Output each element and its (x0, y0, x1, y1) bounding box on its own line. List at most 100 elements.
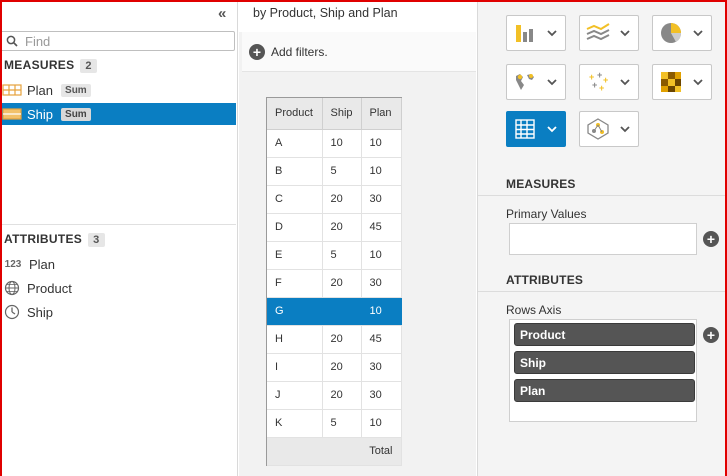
column-header-product[interactable]: Product (267, 98, 323, 130)
cell-ship[interactable]: 20 (322, 381, 362, 410)
cell-product[interactable]: G (267, 297, 323, 326)
table-row[interactable]: B 5 10 (267, 157, 402, 186)
builder-panel: + + + + + MEASURES Primary Values + ATTRIBUT… (477, 0, 727, 476)
cell-plan[interactable]: 45 (361, 325, 402, 354)
cell-ship[interactable]: 5 (322, 409, 362, 438)
cell-plan[interactable]: 10 (361, 297, 402, 326)
rows-axis-pill-product[interactable]: Product (514, 323, 695, 346)
svg-text:+: + (592, 80, 597, 90)
search-input[interactable] (25, 32, 225, 50)
cell-product[interactable]: H (267, 325, 323, 354)
cell-plan[interactable]: 10 (361, 241, 402, 270)
cell-ship[interactable] (322, 297, 362, 326)
filter-bar[interactable]: + Add filters. (242, 32, 476, 72)
cell-plan[interactable]: 30 (361, 185, 402, 214)
cell-product[interactable]: E (267, 241, 323, 270)
add-filters-link[interactable]: Add filters. (271, 45, 328, 59)
cell-plan[interactable]: 45 (361, 213, 402, 242)
chevron-down-icon[interactable] (545, 28, 559, 38)
table-row[interactable]: C 20 30 (267, 185, 402, 214)
svg-text:+: + (597, 70, 602, 80)
bar-chart-viz-button[interactable] (506, 15, 566, 51)
table-viz-button[interactable] (506, 111, 566, 147)
attribute-label: Plan (29, 256, 56, 272)
section-divider (0, 224, 236, 225)
chevron-down-icon[interactable] (545, 124, 559, 134)
cell-ship[interactable]: 20 (322, 269, 362, 298)
table-row[interactable]: E 5 10 (267, 241, 402, 270)
rows-axis-pill-plan[interactable]: Plan (514, 379, 695, 402)
visualization-canvas: by Product, Ship and Plan + Add filters.… (239, 0, 476, 476)
total-label: Total (267, 437, 402, 466)
table-row[interactable]: G 10 (267, 297, 402, 326)
measure-item-plan[interactable]: Plan Sum (0, 79, 236, 101)
cell-ship[interactable]: 20 (322, 325, 362, 354)
cell-product[interactable]: D (267, 213, 323, 242)
add-primary-value-icon[interactable]: + (703, 231, 719, 247)
cell-product[interactable]: A (267, 129, 323, 158)
collapse-panel-icon[interactable]: « (218, 5, 226, 22)
rows-axis-pill-ship[interactable]: Ship (514, 351, 695, 374)
svg-text:+: + (599, 83, 604, 93)
pie-chart-viz-button[interactable] (652, 15, 712, 51)
geo-map-viz-button[interactable] (506, 64, 566, 100)
cell-ship[interactable]: 5 (322, 157, 362, 186)
table-row[interactable]: D 20 45 (267, 213, 402, 242)
cell-product[interactable]: K (267, 409, 323, 438)
network-chart-icon (584, 115, 612, 143)
network-chart-viz-button[interactable] (579, 111, 639, 147)
cell-product[interactable]: J (267, 381, 323, 410)
heatmap-viz-button[interactable] (652, 64, 712, 100)
cell-plan[interactable]: 10 (361, 409, 402, 438)
cell-ship[interactable]: 10 (322, 129, 362, 158)
chevron-down-icon[interactable] (618, 77, 632, 87)
add-filter-icon[interactable]: + (249, 43, 265, 60)
cell-product[interactable]: F (267, 269, 323, 298)
rows-axis-dropzone[interactable]: Product Ship Plan (509, 319, 697, 422)
column-header-plan[interactable]: Plan (361, 98, 402, 130)
cell-ship[interactable]: 20 (322, 185, 362, 214)
table-row[interactable]: A 10 10 (267, 129, 402, 158)
scatter-plot-viz-button[interactable]: + + + + + (579, 64, 639, 100)
measures-section-title: MEASURES (506, 177, 576, 191)
measures-count: 2 (80, 59, 97, 73)
chevron-down-icon[interactable] (618, 124, 632, 134)
table-row[interactable]: F 20 30 (267, 269, 402, 298)
clock-icon (2, 304, 22, 320)
chevron-down-icon[interactable] (618, 28, 632, 38)
attribute-item-product[interactable]: Product (0, 277, 236, 299)
table-row[interactable]: H 20 45 (267, 325, 402, 354)
add-row-attribute-icon[interactable]: + (703, 327, 719, 343)
attribute-label: Product (27, 280, 72, 296)
search-box[interactable] (0, 31, 235, 51)
cell-product[interactable]: B (267, 157, 323, 186)
cell-plan[interactable]: 10 (361, 129, 402, 158)
table-row[interactable]: J 20 30 (267, 381, 402, 410)
primary-values-dropzone[interactable] (509, 223, 697, 255)
measure-item-ship[interactable]: Ship Sum (0, 103, 236, 125)
cell-product[interactable]: C (267, 185, 323, 214)
cell-ship[interactable]: 20 (322, 213, 362, 242)
attributes-title: ATTRIBUTES (4, 232, 83, 246)
line-chart-viz-button[interactable] (579, 15, 639, 51)
attribute-item-plan[interactable]: 123 Plan (0, 253, 236, 275)
table-row[interactable]: I 20 30 (267, 353, 402, 382)
cell-ship[interactable]: 20 (322, 353, 362, 382)
cell-plan[interactable]: 30 (361, 269, 402, 298)
column-header-ship[interactable]: Ship (322, 98, 362, 130)
attributes-count: 3 (88, 233, 105, 247)
data-panel: « MEASURES 2 Plan Sum Ship (0, 0, 238, 476)
rows-axis-label: Rows Axis (506, 303, 562, 317)
table-row[interactable]: K 5 10 (267, 409, 402, 438)
measure-label: Ship (27, 106, 54, 122)
cell-plan[interactable]: 30 (361, 353, 402, 382)
cell-ship[interactable]: 5 (322, 241, 362, 270)
cell-plan[interactable]: 30 (361, 381, 402, 410)
chevron-down-icon[interactable] (545, 77, 559, 87)
attributes-section-title: ATTRIBUTES (506, 273, 584, 287)
cell-plan[interactable]: 10 (361, 157, 402, 186)
chevron-down-icon[interactable] (691, 28, 705, 38)
chevron-down-icon[interactable] (691, 77, 705, 87)
attribute-item-ship[interactable]: Ship (0, 301, 236, 323)
cell-product[interactable]: I (267, 353, 323, 382)
